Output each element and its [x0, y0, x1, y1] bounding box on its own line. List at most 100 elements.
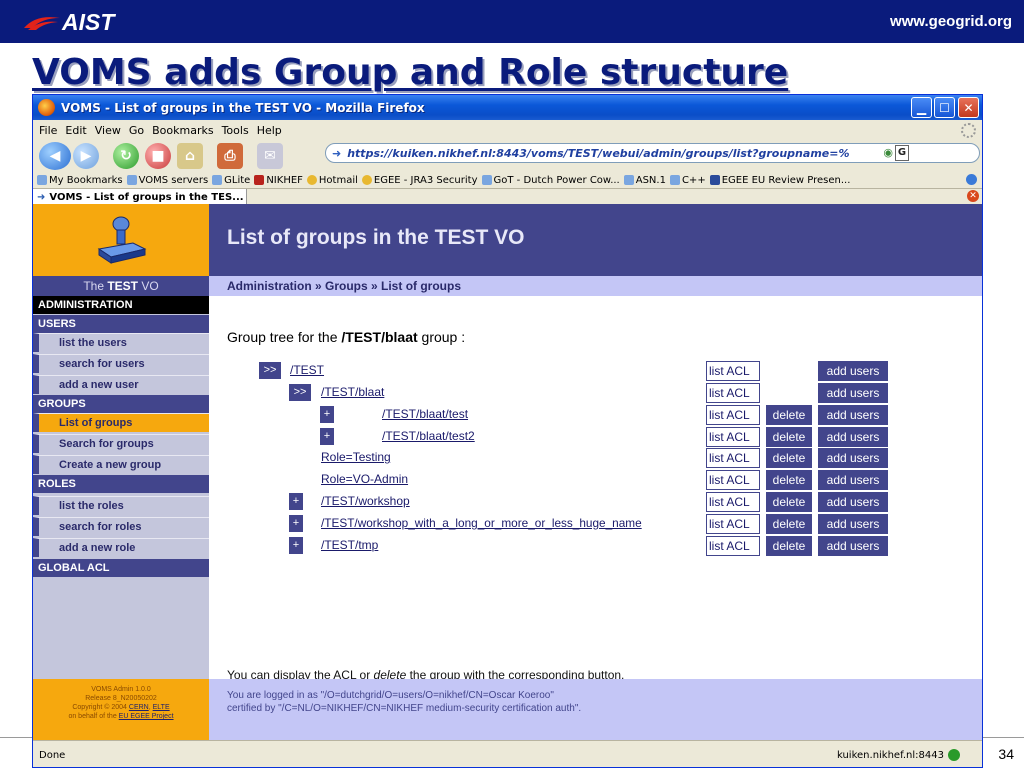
reload-icon[interactable]: ↻: [113, 143, 139, 169]
menu-view[interactable]: View: [95, 124, 121, 137]
bookmark-item[interactable]: GoT - Dutch Power Cow...: [481, 175, 620, 186]
menu-tools[interactable]: Tools: [222, 124, 249, 137]
collapse-toggle[interactable]: >>: [289, 384, 311, 401]
slide: AIST www.geogrid.org VOMS adds Group and…: [0, 0, 1024, 768]
bookmark-item[interactable]: VOMS servers: [126, 175, 208, 186]
add-users-button[interactable]: add users: [818, 361, 888, 381]
close-button[interactable]: ✕: [958, 97, 979, 118]
back-icon[interactable]: ◀: [39, 142, 71, 170]
add-users-button[interactable]: add users: [818, 514, 888, 534]
elte-link[interactable]: ELTE: [153, 704, 170, 711]
list-acl-button[interactable]: list ACL: [706, 405, 760, 425]
delete-button[interactable]: delete: [766, 405, 812, 425]
sidebar-item-add-user[interactable]: add a new user: [33, 375, 209, 394]
list-acl-button[interactable]: list ACL: [706, 383, 760, 403]
bookmark-item[interactable]: GLite: [212, 175, 250, 186]
expand-toggle[interactable]: +: [320, 406, 334, 423]
stop-icon[interactable]: ■: [145, 143, 171, 169]
bookmark-item[interactable]: My Bookmarks: [37, 175, 123, 186]
bookmarks-overflow-icon[interactable]: [966, 174, 977, 185]
navigation-toolbar: ◀ ▶ ↻ ■ ⌂ ⎙ ✉ ➜ https://kuiken.nikhef.nl…: [33, 140, 982, 172]
add-users-button[interactable]: add users: [818, 448, 888, 468]
collapse-toggle[interactable]: >>: [259, 362, 281, 379]
connection-status-icon: [948, 749, 960, 761]
menu-file[interactable]: File: [39, 124, 57, 137]
sidebar-item-list-users[interactable]: list the users: [33, 333, 209, 352]
expand-toggle[interactable]: +: [289, 515, 303, 532]
bookmark-item[interactable]: C++: [669, 175, 706, 186]
bookmark-item[interactable]: ASN.1: [623, 175, 666, 186]
sidebar-section-roles[interactable]: ROLES: [33, 475, 209, 493]
list-acl-button[interactable]: list ACL: [706, 361, 760, 381]
sidebar-item-create-group[interactable]: Create a new group: [33, 455, 209, 474]
bookmark-item[interactable]: NIKHEF: [254, 175, 303, 186]
bookmark-item[interactable]: EGEE - JRA3 Security: [361, 175, 478, 186]
home-icon[interactable]: ⌂: [177, 143, 203, 169]
menu-help[interactable]: Help: [257, 124, 282, 137]
login-info-footer: You are logged in as "/O=dutchgrid/O=use…: [209, 679, 982, 740]
delete-button[interactable]: delete: [766, 514, 812, 534]
group-link[interactable]: /TEST/blaat: [321, 384, 384, 401]
sidebar-section-global-acl[interactable]: GLOBAL ACL: [33, 559, 209, 577]
list-acl-button[interactable]: list ACL: [706, 514, 760, 534]
delete-button[interactable]: delete: [766, 427, 812, 447]
minimize-button[interactable]: ▁: [911, 97, 932, 118]
add-users-button[interactable]: add users: [818, 470, 888, 490]
address-bar[interactable]: ➜ https://kuiken.nikhef.nl:8443/voms/TES…: [325, 143, 980, 163]
add-users-button[interactable]: add users: [818, 536, 888, 556]
go-icon[interactable]: ◉: [883, 146, 893, 159]
sidebar-item-add-role[interactable]: add a new role: [33, 538, 209, 557]
sidebar-item-search-groups[interactable]: Search for groups: [33, 434, 209, 453]
maximize-button[interactable]: ☐: [934, 97, 955, 118]
group-link[interactable]: /TEST/blaat/test: [382, 406, 468, 423]
sidebar-section-administration[interactable]: ADMINISTRATION: [33, 296, 209, 314]
expand-toggle[interactable]: +: [289, 537, 303, 554]
list-acl-button[interactable]: list ACL: [706, 448, 760, 468]
forward-icon[interactable]: ▶: [73, 143, 99, 169]
add-users-button[interactable]: add users: [818, 383, 888, 403]
bookmarks-toolbar: My Bookmarks VOMS servers GLite NIKHEF H…: [33, 172, 982, 188]
sidebar-section-groups[interactable]: GROUPS: [33, 395, 209, 413]
expand-toggle[interactable]: +: [289, 493, 303, 510]
sidebar-section-users[interactable]: USERS: [33, 315, 209, 333]
add-users-button[interactable]: add users: [818, 427, 888, 447]
menu-bookmarks[interactable]: Bookmarks: [152, 124, 213, 137]
delete-button[interactable]: delete: [766, 492, 812, 512]
sidebar-item-search-users[interactable]: search for users: [33, 354, 209, 373]
tab-voms[interactable]: ➜ VOMS - List of groups in the TES...: [33, 189, 247, 205]
expand-toggle[interactable]: +: [320, 428, 334, 445]
sidebar-item-list-groups[interactable]: List of groups: [33, 413, 209, 432]
bookmark-folder-icon: [212, 175, 223, 185]
role-link[interactable]: Role=Testing: [321, 449, 391, 466]
list-acl-button[interactable]: list ACL: [706, 427, 760, 447]
list-acl-button[interactable]: list ACL: [706, 470, 760, 490]
delete-button[interactable]: delete: [766, 448, 812, 468]
cern-link[interactable]: CERN: [129, 704, 149, 711]
delete-button[interactable]: delete: [766, 470, 812, 490]
group-link[interactable]: /TEST/workshop_with_a_long_or_more_or_le…: [321, 515, 642, 532]
close-tab-icon[interactable]: ✕: [967, 190, 979, 202]
list-acl-button[interactable]: list ACL: [706, 492, 760, 512]
print-icon[interactable]: ⎙: [217, 143, 243, 169]
search-engine-icon[interactable]: G: [895, 145, 909, 161]
group-link[interactable]: /TEST/tmp: [321, 537, 378, 554]
bookmark-item[interactable]: Hotmail: [306, 175, 358, 186]
role-link[interactable]: Role=VO-Admin: [321, 471, 408, 488]
group-link[interactable]: /TEST: [290, 362, 324, 379]
menu-go[interactable]: Go: [129, 124, 144, 137]
add-users-button[interactable]: add users: [818, 492, 888, 512]
egee-project-link[interactable]: EU EGEE Project: [119, 713, 174, 720]
url-text[interactable]: https://kuiken.nikhef.nl:8443/voms/TEST/…: [347, 147, 849, 160]
tab-label: VOMS - List of groups in the TES...: [49, 191, 244, 203]
delete-button[interactable]: delete: [766, 536, 812, 556]
menu-edit[interactable]: Edit: [65, 124, 86, 137]
add-users-button[interactable]: add users: [818, 405, 888, 425]
sidebar-item-search-roles[interactable]: search for roles: [33, 517, 209, 536]
list-acl-button[interactable]: list ACL: [706, 536, 760, 556]
group-link[interactable]: /TEST/blaat/test2: [382, 428, 475, 445]
bookmark-item[interactable]: EGEE EU Review Presen...: [709, 175, 850, 186]
group-link[interactable]: /TEST/workshop: [321, 493, 410, 510]
window-titlebar[interactable]: VOMS - List of groups in the TEST VO - M…: [33, 95, 982, 120]
mail-icon[interactable]: ✉: [257, 143, 283, 169]
sidebar-item-list-roles[interactable]: list the roles: [33, 496, 209, 515]
